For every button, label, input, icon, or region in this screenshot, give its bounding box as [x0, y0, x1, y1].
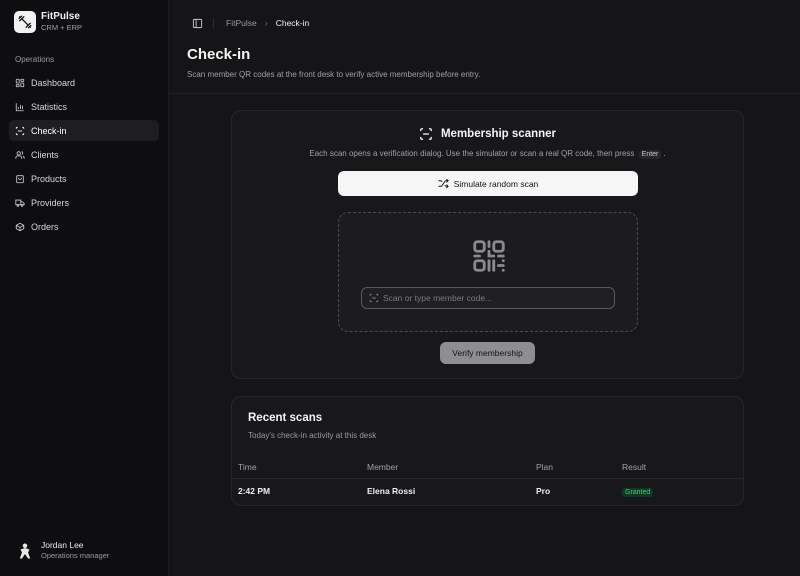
scanner-description-end: .	[663, 149, 666, 158]
sidebar-item-clients[interactable]: Clients	[9, 144, 159, 165]
truck-icon	[15, 198, 25, 208]
sidebar-toggle-icon[interactable]	[191, 17, 203, 29]
brand[interactable]: FitPulse CRM + ERP	[14, 11, 82, 33]
box-icon	[15, 222, 25, 232]
sidebar-item-orders[interactable]: Orders	[9, 216, 159, 237]
dumbbell-logo-icon	[14, 11, 36, 33]
sidebar: FitPulse CRM + ERP Operations Dashboard …	[0, 0, 168, 576]
bag-icon	[15, 174, 25, 184]
sidebar-nav: Dashboard Statistics Check-in Clients Pr…	[9, 72, 159, 240]
status-badge: Granted	[622, 487, 654, 497]
simulate-random-scan-button[interactable]: Simulate random scan	[338, 171, 638, 196]
dashboard-icon	[15, 78, 25, 88]
column-header-member: Member	[367, 461, 399, 472]
sidebar-item-products[interactable]: Products	[9, 168, 159, 189]
scan-icon	[15, 126, 25, 136]
shuffle-icon	[438, 178, 449, 189]
chevron-right-icon: ›	[264, 18, 268, 28]
sidebar-item-providers[interactable]: Providers	[9, 192, 159, 213]
sidebar-item-label: Orders	[31, 221, 59, 232]
sidebar-item-label: Products	[31, 173, 67, 184]
sidebar-item-label: Clients	[31, 149, 59, 160]
cell-member: Elena Rossi	[367, 486, 416, 496]
brand-name: FitPulse	[41, 11, 80, 22]
scanner-description-text: Each scan opens a verification dialog. U…	[309, 149, 635, 158]
scan-icon	[419, 127, 433, 141]
sidebar-item-label: Dashboard	[31, 77, 76, 88]
user-name: Jordan Lee	[41, 540, 84, 550]
member-code-field[interactable]	[361, 287, 615, 309]
table-header: Time Member Plan Result	[232, 455, 743, 479]
scan-icon	[369, 293, 379, 303]
user-role: Operations manager	[41, 551, 110, 560]
scanner-description: Each scan opens a verification dialog. U…	[232, 149, 743, 159]
sidebar-item-dashboard[interactable]: Dashboard	[9, 72, 159, 93]
cell-result: Granted	[622, 486, 742, 497]
recent-scans-subtitle: Today's check-in activity at this desk	[248, 431, 377, 440]
verify-membership-button[interactable]: Verify membership	[440, 342, 535, 364]
recent-scans-card: Recent scans Today's check-in activity a…	[231, 396, 744, 506]
enter-key-hint: Enter	[638, 150, 662, 159]
main-content: FitPulse › Check-in Check-in Scan member…	[168, 0, 800, 576]
page-subtitle: Scan member QR codes at the front desk t…	[187, 70, 481, 79]
column-header-result: Result	[622, 461, 647, 472]
brand-subtitle: CRM + ERP	[41, 23, 83, 32]
users-icon	[15, 150, 25, 160]
breadcrumb: FitPulse › Check-in	[226, 18, 309, 28]
breadcrumb-current: Check-in	[275, 18, 310, 28]
cell-time: 2:42 PM	[238, 486, 271, 496]
scanner-title-text: Membership scanner	[440, 128, 557, 140]
avatar	[15, 540, 35, 561]
sidebar-item-statistics[interactable]: Statistics	[9, 96, 159, 117]
sidebar-item-label: Statistics	[31, 101, 68, 112]
scanner-title: Membership scanner	[232, 127, 743, 141]
scan-drop-zone[interactable]	[338, 212, 638, 332]
recent-scans-title: Recent scans	[248, 412, 323, 424]
topbar-divider	[213, 17, 214, 29]
sidebar-item-check-in[interactable]: Check-in	[9, 120, 159, 141]
sidebar-item-label: Check-in	[31, 125, 67, 136]
chart-icon	[15, 102, 25, 112]
page-title: Check-in	[187, 46, 251, 63]
nav-section-label: Operations	[15, 55, 55, 64]
column-header-time: Time	[238, 461, 257, 472]
membership-scanner-card: Membership scanner Each scan opens a ver…	[231, 110, 744, 379]
topbar: FitPulse › Check-in	[191, 16, 309, 30]
breadcrumb-root[interactable]: FitPulse	[226, 18, 257, 28]
recent-scans-table: Time Member Plan Result 2:42 PM Elena Ro…	[232, 455, 743, 503]
qr-code-icon	[473, 240, 505, 272]
cell-plan: Pro	[536, 486, 551, 496]
sidebar-item-label: Providers	[31, 197, 70, 208]
member-code-input[interactable]	[383, 293, 614, 303]
user-menu[interactable]: Jordan Lee Operations manager	[15, 540, 109, 561]
table-row[interactable]: 2:42 PM Elena Rossi Pro Granted	[232, 479, 743, 503]
simulate-button-label: Simulate random scan	[453, 178, 539, 189]
header-divider	[169, 93, 800, 94]
column-header-plan: Plan	[536, 461, 554, 472]
